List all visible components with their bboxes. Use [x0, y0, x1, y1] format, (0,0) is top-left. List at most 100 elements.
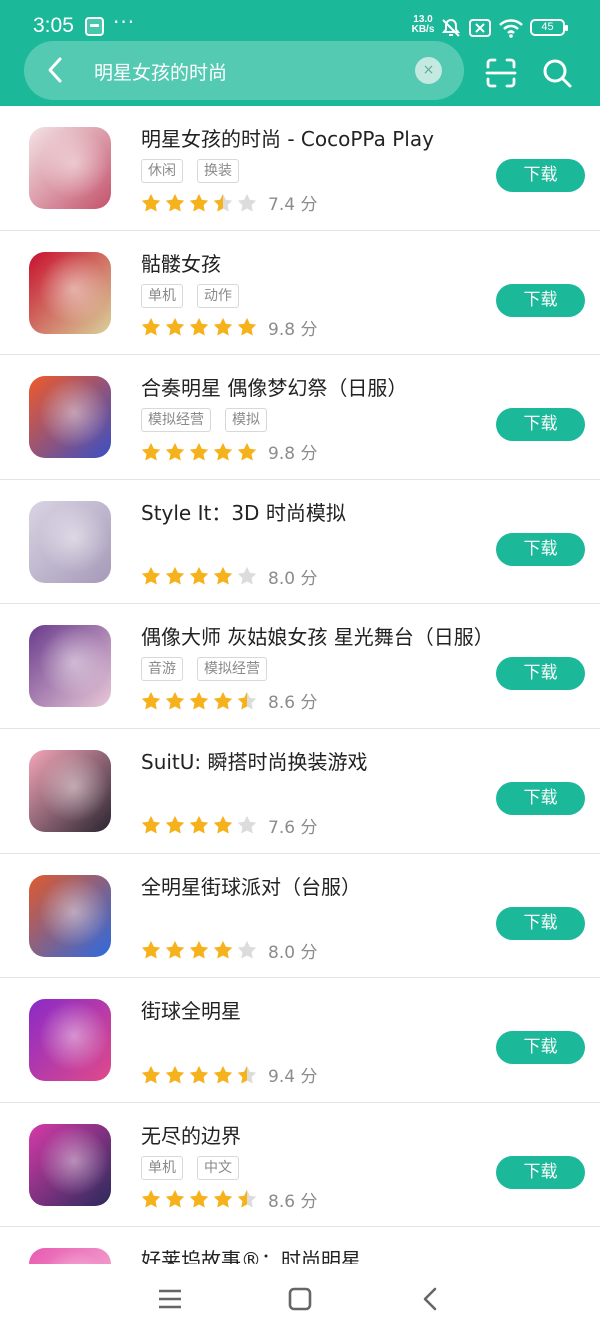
app-list-item[interactable]: Style It：3D 时尚模拟 8.0 分 下载: [0, 480, 600, 605]
app-list-item[interactable]: 街球全明星 9.4 分 下载: [0, 978, 600, 1103]
star-icon: [189, 1190, 209, 1208]
back-icon[interactable]: [414, 1282, 448, 1316]
app-name[interactable]: 明星女孩的时尚 - CocoPPa Play: [141, 123, 434, 152]
download-button[interactable]: 下载: [496, 283, 585, 317]
star-icon: [213, 1065, 233, 1084]
app-rating: 8.6 分: [140, 1187, 318, 1212]
star-icon: [189, 193, 209, 212]
back-arrow-icon[interactable]: [34, 49, 76, 91]
app-list-item[interactable]: 好莱坞故事®：时尚明星: [0, 1227, 600, 1264]
star-icon: [213, 567, 233, 585]
star-icon: [141, 442, 161, 461]
app-icon[interactable]: [29, 1248, 111, 1264]
app-list-item[interactable]: 骷髅女孩 单机 动作 9.8 分 下载: [0, 231, 600, 356]
app-icon[interactable]: [29, 500, 111, 583]
app-name[interactable]: Style It：3D 时尚模拟: [141, 497, 346, 526]
download-button[interactable]: 下载: [496, 408, 585, 442]
app-name[interactable]: 合奏明星 偶像梦幻祭（日服）: [141, 372, 407, 401]
app-tag: 模拟经营: [197, 657, 267, 682]
download-button[interactable]: 下载: [496, 159, 585, 192]
download-button[interactable]: 下载: [496, 781, 585, 815]
app-rating: 9.4 分: [140, 1062, 317, 1087]
star-icon: [165, 691, 185, 710]
app-rating: 8.6 分: [140, 688, 318, 714]
app-tag: 休闲: [141, 159, 183, 183]
network-speed: 13.0 KB/s: [408, 15, 438, 35]
app-score: 7.6 分: [268, 817, 318, 838]
app-icon[interactable]: [29, 874, 111, 957]
app-score: 8.6 分: [268, 693, 318, 714]
app-tags: 单机 中文: [141, 1155, 253, 1180]
star-icon: [213, 691, 233, 710]
download-button[interactable]: 下载: [496, 1031, 585, 1065]
app-icon[interactable]: [29, 625, 111, 708]
app-name[interactable]: 好莱坞故事®：时尚明星: [141, 1244, 361, 1264]
app-icon[interactable]: [29, 999, 111, 1082]
search-input[interactable]: 明星女孩的时尚: [94, 58, 227, 85]
rating-stars: [140, 441, 260, 463]
app-icon[interactable]: [29, 251, 111, 334]
star-icon: [189, 1065, 209, 1084]
search-bar[interactable]: 明星女孩的时尚 ×: [24, 41, 464, 100]
app-icon[interactable]: [29, 376, 111, 459]
star-icon: [165, 1065, 185, 1084]
app-score: 8.6 分: [268, 1191, 318, 1212]
scan-icon[interactable]: [482, 54, 520, 92]
search-icon[interactable]: [538, 54, 576, 92]
app-name[interactable]: 骷髅女孩: [141, 248, 221, 277]
star-icon: [237, 317, 257, 336]
app-name[interactable]: 街球全明星: [141, 995, 241, 1024]
star-icon: [213, 816, 233, 834]
app-icon[interactable]: [29, 1123, 111, 1206]
app-list-item[interactable]: 偶像大师 灰姑娘女孩 星光舞台（日服） 音游 模拟经营 8.6 分 下载: [0, 604, 600, 729]
star-icon: [165, 317, 185, 336]
home-icon[interactable]: [283, 1282, 317, 1316]
rating-stars: [140, 939, 260, 961]
star-icon: [141, 567, 161, 585]
star-icon: [141, 940, 161, 959]
download-button[interactable]: 下载: [496, 906, 585, 940]
star-icon: [141, 1065, 161, 1084]
download-button[interactable]: 下载: [496, 1155, 585, 1189]
app-name[interactable]: SuitU: 瞬搭时尚换装游戏: [141, 746, 368, 775]
more-notifications-indicator: ···: [113, 10, 136, 34]
star-icon: [237, 567, 257, 585]
app-icon[interactable]: [29, 749, 111, 832]
rating-stars: [140, 316, 260, 338]
app-tag: 换装: [197, 159, 239, 183]
download-button[interactable]: 下载: [496, 532, 585, 566]
app-list-item[interactable]: 无尽的边界单机 中文 8.6 分 下载: [0, 1103, 600, 1228]
rating-stars: [140, 1188, 260, 1210]
app-tag: 中文: [197, 1155, 239, 1180]
star-icon: [141, 816, 161, 834]
download-button[interactable]: 下载: [496, 657, 585, 691]
star-icon: [141, 1190, 161, 1208]
star-icon: [141, 193, 161, 212]
wifi-icon: [499, 19, 523, 38]
app-name[interactable]: 无尽的边界: [141, 1120, 241, 1149]
app-name[interactable]: 全明星街球派对（台服）: [141, 871, 361, 900]
star-icon: [165, 816, 185, 834]
mute-icon: [441, 18, 461, 37]
app-tags: 音游 模拟经营: [141, 657, 281, 682]
status-time: 3:05: [33, 14, 74, 37]
search-results-list[interactable]: 明星女孩的时尚 - CocoPPa Play 休闲 换装 7.4 分下载 骷髅女孩 单机动…: [0, 106, 600, 1264]
star-icon: [189, 567, 209, 585]
app-list-item[interactable]: SuitU: 瞬搭时尚换装游戏 7.6 分 下载: [0, 729, 600, 854]
app-icon[interactable]: [29, 127, 111, 209]
app-rating: 9.8 分: [140, 315, 317, 340]
rating-stars: [140, 814, 260, 836]
app-tag: 动作: [197, 283, 239, 308]
star-icon: [141, 317, 161, 336]
app-header: 3:05 ··· 13.0 KB/s 45 明星女孩的时尚 ×: [0, 0, 600, 106]
menu-icon[interactable]: [153, 1282, 187, 1316]
star-icon: [165, 940, 185, 959]
star-icon: [213, 317, 233, 336]
app-list-item[interactable]: 合奏明星 偶像梦幻祭（日服） 模拟经营 模拟 9.8 分下载: [0, 355, 600, 480]
clear-search-button[interactable]: ×: [415, 57, 442, 84]
app-name[interactable]: 偶像大师 灰姑娘女孩 星光舞台（日服）: [141, 621, 494, 650]
app-list-item[interactable]: 全明星街球派对（台服） 8.0 分 下载: [0, 854, 600, 979]
app-rating: 8.0 分: [140, 938, 317, 963]
star-icon: [213, 193, 233, 212]
app-list-item[interactable]: 明星女孩的时尚 - CocoPPa Play 休闲 换装 7.4 分 下载: [0, 106, 600, 231]
